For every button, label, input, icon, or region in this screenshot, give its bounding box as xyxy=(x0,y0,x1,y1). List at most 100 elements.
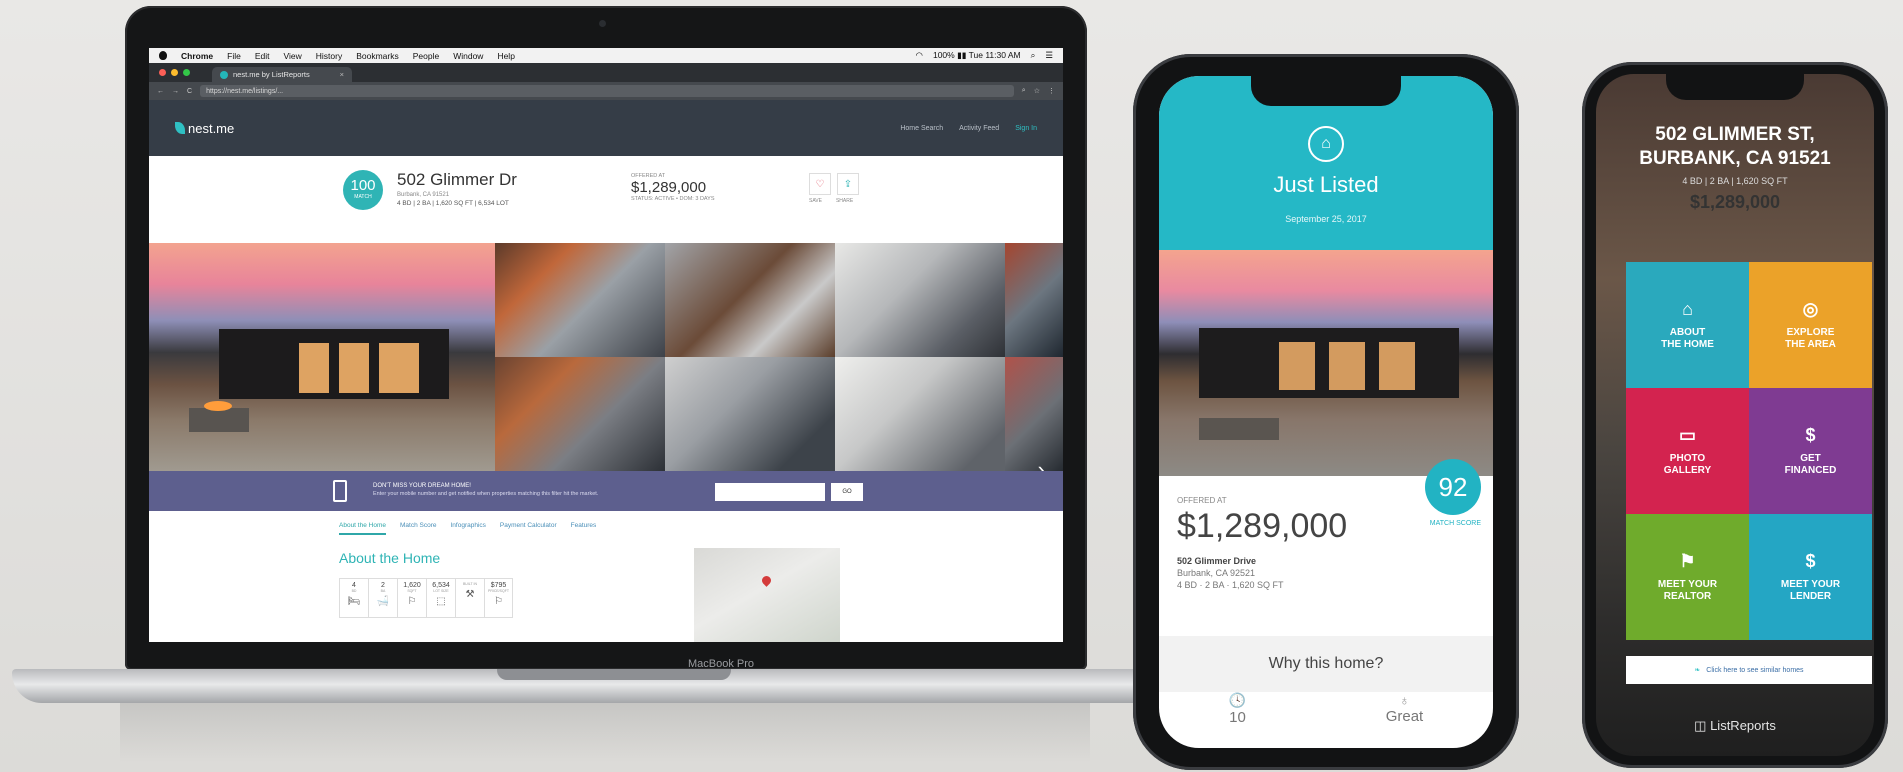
gallery-photo[interactable] xyxy=(835,243,1005,357)
menu-window[interactable]: Window xyxy=(453,51,483,61)
gallery-photo[interactable] xyxy=(665,357,835,471)
dollar-icon: $ xyxy=(1805,425,1816,446)
phone1-offered-label: OFFERED AT xyxy=(1177,496,1227,505)
about-title: About the Home xyxy=(339,550,441,566)
reload-icon[interactable]: C xyxy=(187,88,192,95)
menu-help[interactable]: Help xyxy=(497,51,514,61)
nest-leaf-icon: ❧ xyxy=(1694,667,1701,674)
site-nav: Home Search Activity Feed Sign In xyxy=(900,125,1037,132)
tab-match-score[interactable]: Match Score xyxy=(400,522,437,535)
tile-label: MEET YOUR REALTOR xyxy=(1657,578,1718,603)
heart-icon: ♡ xyxy=(815,178,825,190)
site-logo[interactable]: nest.me xyxy=(175,121,234,136)
zoom-icon[interactable]: ⌕ xyxy=(1022,87,1026,95)
photo-gallery: › xyxy=(149,243,1063,471)
menu-edit[interactable]: Edit xyxy=(255,51,270,61)
more-menu-icon[interactable]: ⋮ xyxy=(1048,87,1055,95)
back-icon[interactable]: ← xyxy=(157,88,164,95)
phone1-listing-info: OFFERED AT $1,289,000 502 Glimmer Drive … xyxy=(1177,496,1477,590)
tile-label: ABOUT THE HOME xyxy=(1661,326,1714,351)
bookmark-star-icon[interactable]: ☆ xyxy=(1034,87,1040,95)
address-block: 502 Glimmer Dr Burbank, CA 91521 4 BD | … xyxy=(397,170,517,207)
just-listed-title: Just Listed xyxy=(1273,172,1379,197)
tile-about-the-home[interactable]: ⌂ ABOUT THE HOME xyxy=(1626,262,1749,388)
tab-payment-calculator[interactable]: Payment Calculator xyxy=(500,522,557,535)
gallery-photo[interactable] xyxy=(1005,243,1063,357)
search-icon[interactable]: ⌕ xyxy=(1031,50,1036,61)
laptop-screen: Chrome File Edit View History Bookmarks … xyxy=(149,48,1063,642)
forward-icon[interactable]: → xyxy=(172,88,179,95)
window-controls xyxy=(159,69,190,76)
gallery-photo[interactable] xyxy=(835,357,1005,471)
gallery-photo[interactable]: › xyxy=(1005,357,1063,471)
similar-homes-link[interactable]: ❧ Click here to see similar homes xyxy=(1626,656,1872,684)
close-tab-icon[interactable]: × xyxy=(340,70,344,79)
mac-menubar: Chrome File Edit View History Bookmarks … xyxy=(149,48,1063,63)
fact-value: 4 xyxy=(352,582,356,589)
share-button[interactable]: ⇪ xyxy=(837,173,859,195)
menu-list-icon[interactable]: ☰ xyxy=(1045,50,1053,61)
menu-file[interactable]: File xyxy=(227,51,241,61)
phone1-address: 502 Glimmer Drive xyxy=(1177,556,1257,566)
gallery-photo[interactable] xyxy=(495,357,665,471)
menu-tiles: ⌂ ABOUT THE HOME ◎ EXPLORE THE AREA ▭ PH… xyxy=(1626,262,1872,640)
tab-about-the-home[interactable]: About the Home xyxy=(339,522,386,535)
why-this-home[interactable]: Why this home? xyxy=(1159,636,1493,692)
gallery-photo[interactable] xyxy=(665,243,835,357)
tile-explore-the-area[interactable]: ◎ EXPLORE THE AREA xyxy=(1749,262,1872,388)
share-icon: ⇪ xyxy=(843,178,853,190)
phone1-hero-photo[interactable] xyxy=(1159,250,1493,476)
menu-view[interactable]: View xyxy=(283,51,301,61)
tile-get-financed[interactable]: $ GET FINANCED xyxy=(1749,388,1872,514)
wifi-icon[interactable]: ◠ xyxy=(916,50,923,61)
home-icon: ⌂ xyxy=(1682,299,1693,320)
menu-people[interactable]: People xyxy=(413,51,439,61)
nav-sign-in[interactable]: Sign In xyxy=(1015,125,1037,132)
menu-bookmarks[interactable]: Bookmarks xyxy=(356,51,399,61)
save-button[interactable]: ♡ xyxy=(809,173,831,195)
browser-tab[interactable]: nest.me by ListReports × xyxy=(212,67,352,82)
fire-pit xyxy=(1199,418,1279,440)
minimize-window-button[interactable] xyxy=(171,69,178,76)
hero-photo[interactable] xyxy=(149,243,495,471)
phone1-meta: 4 BD · 2 BA · 1,620 SQ FT xyxy=(1177,580,1284,590)
tab-features[interactable]: Features xyxy=(571,522,597,535)
tile-label: PHOTO GALLERY xyxy=(1663,452,1712,477)
price-sqft-icon: ⚐ xyxy=(494,596,503,607)
price-block: OFFERED AT $1,289,000 STATUS: ACTIVE • D… xyxy=(631,173,715,202)
window-light xyxy=(379,343,419,393)
phone1-screen: ⌂ Just Listed September 25, 2017 92 MATC… xyxy=(1159,76,1493,748)
menubar-status-text: 100% ▮▮ Tue 11:30 AM xyxy=(932,50,1021,60)
fact-value: 2 xyxy=(381,582,385,589)
tile-meet-your-realtor[interactable]: ⚑ MEET YOUR REALTOR xyxy=(1626,514,1749,640)
tile-photo-gallery[interactable]: ▭ PHOTO GALLERY xyxy=(1626,388,1749,514)
highlight-schools: ♁ Great xyxy=(1386,692,1424,748)
share-label: SHARE xyxy=(835,198,854,204)
address-bar[interactable]: https://nest.me/listings/... xyxy=(200,85,1014,97)
phone1-city: Burbank, CA 92521 xyxy=(1177,568,1256,578)
phone-number-input[interactable] xyxy=(715,483,825,501)
school-icon: ♁ xyxy=(1399,692,1410,708)
listreports-brand: ◫ ListReports xyxy=(1596,718,1874,734)
gallery-next-icon[interactable]: › xyxy=(1038,457,1045,471)
tile-meet-your-lender[interactable]: $ MEET YOUR LENDER xyxy=(1749,514,1872,640)
location-map[interactable] xyxy=(694,548,840,642)
tab-infographics[interactable]: Infographics xyxy=(450,522,485,535)
fact-price-sqft: $795 PRICE/SQFT ⚐ xyxy=(484,578,513,618)
close-window-button[interactable] xyxy=(159,69,166,76)
gallery-photo[interactable] xyxy=(495,243,665,357)
listing-summary: 100 MATCH 502 Glimmer Dr Burbank, CA 915… xyxy=(149,156,1063,223)
fact-label: BA xyxy=(380,589,386,593)
phone1-price: $1,289,000 xyxy=(1177,507,1348,545)
nav-home-search[interactable]: Home Search xyxy=(900,125,943,132)
zoom-window-button[interactable] xyxy=(183,69,190,76)
highlight-value: 10 xyxy=(1229,709,1246,726)
go-button[interactable]: GO xyxy=(831,483,863,501)
match-score-label: MATCH xyxy=(354,194,372,200)
menu-history[interactable]: History xyxy=(316,51,342,61)
nav-activity-feed[interactable]: Activity Feed xyxy=(959,125,999,132)
similar-homes-text: Click here to see similar homes xyxy=(1706,666,1804,674)
menu-chrome[interactable]: Chrome xyxy=(181,51,213,61)
listing-actions: ♡ ⇪ xyxy=(809,173,859,195)
apple-icon[interactable] xyxy=(159,51,167,60)
